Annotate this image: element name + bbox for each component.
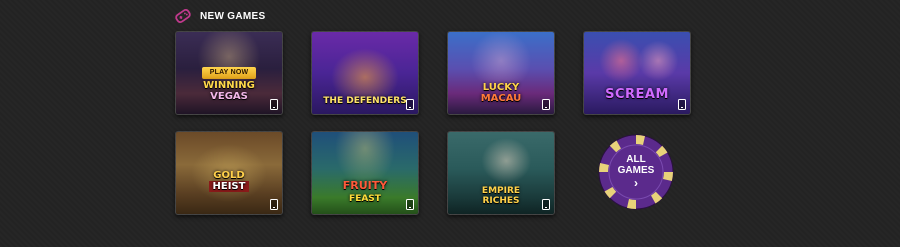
game-tile-empire-riches[interactable]: EMPIRE RICHES: [447, 131, 555, 215]
all-games-label: ALL GAMES: [617, 154, 655, 176]
section-title: NEW GAMES: [200, 10, 266, 22]
game-tile-gold-heist[interactable]: GOLD HEIST: [175, 131, 283, 215]
mobile-icon: [270, 199, 278, 210]
game-title: THE DEFENDERS: [323, 95, 407, 106]
game-tile-lucky-macau[interactable]: LUCKY MACAU: [447, 31, 555, 115]
game-tile-the-defenders[interactable]: THE DEFENDERS: [311, 31, 419, 115]
play-now-button[interactable]: PLAY NOW: [202, 67, 256, 79]
game-tile-winning-vegas[interactable]: PLAY NOW WINNING VEGAS: [175, 31, 283, 115]
game-title: EMPIRE RICHES: [481, 186, 521, 206]
game-title: GOLD HEIST: [176, 170, 282, 192]
game-tile-fruity-feast[interactable]: FRUITY FEAST: [311, 131, 419, 215]
mobile-icon: [678, 99, 686, 110]
mobile-icon: [542, 199, 550, 210]
all-games-button[interactable]: ALL GAMES ›: [598, 134, 674, 210]
game-title: FRUITY FEAST: [342, 179, 388, 204]
game-tile-scream[interactable]: SCREAM: [583, 31, 691, 115]
mobile-icon: [406, 99, 414, 110]
mobile-icon: [270, 99, 278, 110]
chevron-right-icon: ›: [634, 176, 638, 190]
game-title: LUCKY MACAU: [480, 82, 522, 104]
game-title: SCREAM: [605, 87, 669, 103]
mobile-icon: [406, 199, 414, 210]
section-header: NEW GAMES: [174, 6, 265, 26]
gamepad-icon: [174, 8, 192, 24]
game-title: WINNING VEGAS: [203, 80, 255, 102]
mobile-icon: [542, 99, 550, 110]
